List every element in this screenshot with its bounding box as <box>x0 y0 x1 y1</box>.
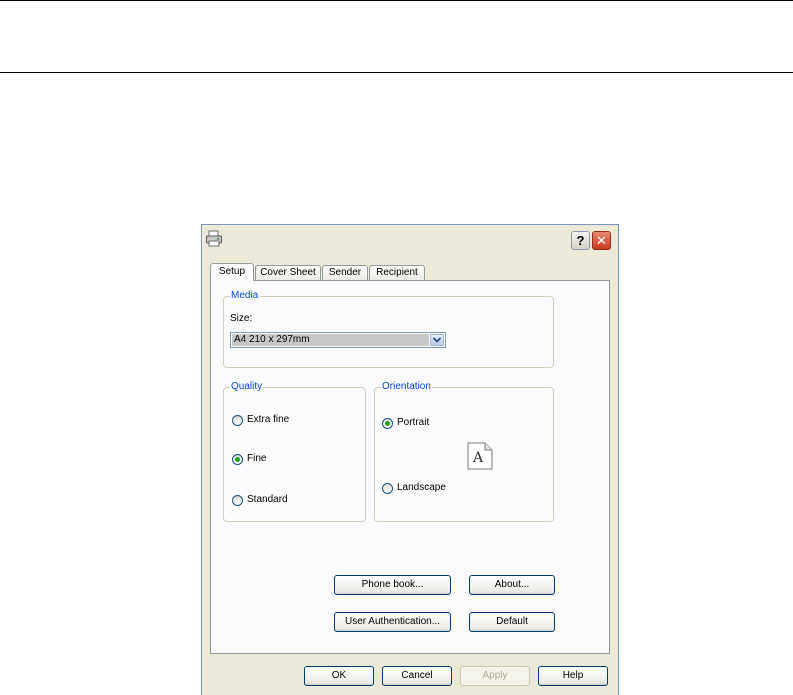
tab-setup[interactable]: Setup <box>210 263 254 281</box>
quality-fine-label: Fine <box>247 453 267 464</box>
quality-extra-fine-label: Extra fine <box>247 414 290 425</box>
tab-sender[interactable]: Sender <box>322 265 368 280</box>
quality-standard-label: Standard <box>247 494 288 505</box>
close-icon: ✕ <box>596 232 607 248</box>
page-preview: A <box>467 442 493 470</box>
phone-book-button[interactable]: Phone book... <box>334 575 451 595</box>
tab-cover-sheet[interactable]: Cover Sheet <box>255 265 321 280</box>
quality-standard-radio[interactable] <box>232 494 243 506</box>
tab-recipient[interactable]: Recipient <box>369 265 425 280</box>
orientation-portrait-option[interactable]: Portrait <box>382 417 429 429</box>
top-rule <box>0 0 793 1</box>
size-label: Size: <box>230 313 253 324</box>
help-title-button[interactable]: ? <box>571 231 590 250</box>
help-button[interactable]: Help <box>538 666 608 686</box>
cancel-button[interactable]: Cancel <box>382 666 452 686</box>
default-button[interactable]: Default <box>469 612 555 632</box>
header-rule <box>0 72 793 73</box>
close-button[interactable]: ✕ <box>592 231 611 250</box>
user-authentication-button[interactable]: User Authentication... <box>334 612 451 632</box>
media-group: Media Size: A4 210 x 297mm <box>223 290 554 368</box>
page-preview-letter: A <box>473 450 484 466</box>
orientation-portrait-radio[interactable] <box>382 417 393 429</box>
chevron-down-icon[interactable] <box>430 334 444 346</box>
quality-group-title: Quality <box>230 381 264 393</box>
quality-fine-radio[interactable] <box>232 453 243 465</box>
orientation-portrait-label: Portrait <box>397 417 430 428</box>
quality-group: Quality Extra fine Fine Standard <box>223 381 366 522</box>
title-bar[interactable]: ? ✕ <box>202 225 618 254</box>
quality-standard-option[interactable]: Standard <box>232 494 288 506</box>
quality-extra-fine-option[interactable]: Extra fine <box>232 414 289 426</box>
fax-properties-dialog: ? ✕ Setup Cover Sheet Sender Recipient M… <box>201 224 619 695</box>
about-button[interactable]: About... <box>469 575 555 595</box>
orientation-group-title: Orientation <box>381 381 432 393</box>
orientation-landscape-option[interactable]: Landscape <box>382 482 446 494</box>
ok-button[interactable]: OK <box>304 666 374 686</box>
printer-icon <box>206 230 222 247</box>
media-group-title: Media <box>230 290 260 302</box>
setup-tab-panel: Media Size: A4 210 x 297mm Quality Extra… <box>210 280 610 654</box>
orientation-landscape-label: Landscape <box>397 482 446 493</box>
paper-size-select[interactable]: A4 210 x 297mm <box>230 332 446 348</box>
quality-extra-fine-radio[interactable] <box>232 414 243 426</box>
orientation-landscape-radio[interactable] <box>382 482 393 494</box>
quality-fine-option[interactable]: Fine <box>232 453 266 465</box>
apply-button[interactable]: Apply <box>460 666 530 686</box>
paper-size-value: A4 210 x 297mm <box>232 334 429 346</box>
orientation-group: Orientation Portrait A Landscape <box>374 381 554 522</box>
